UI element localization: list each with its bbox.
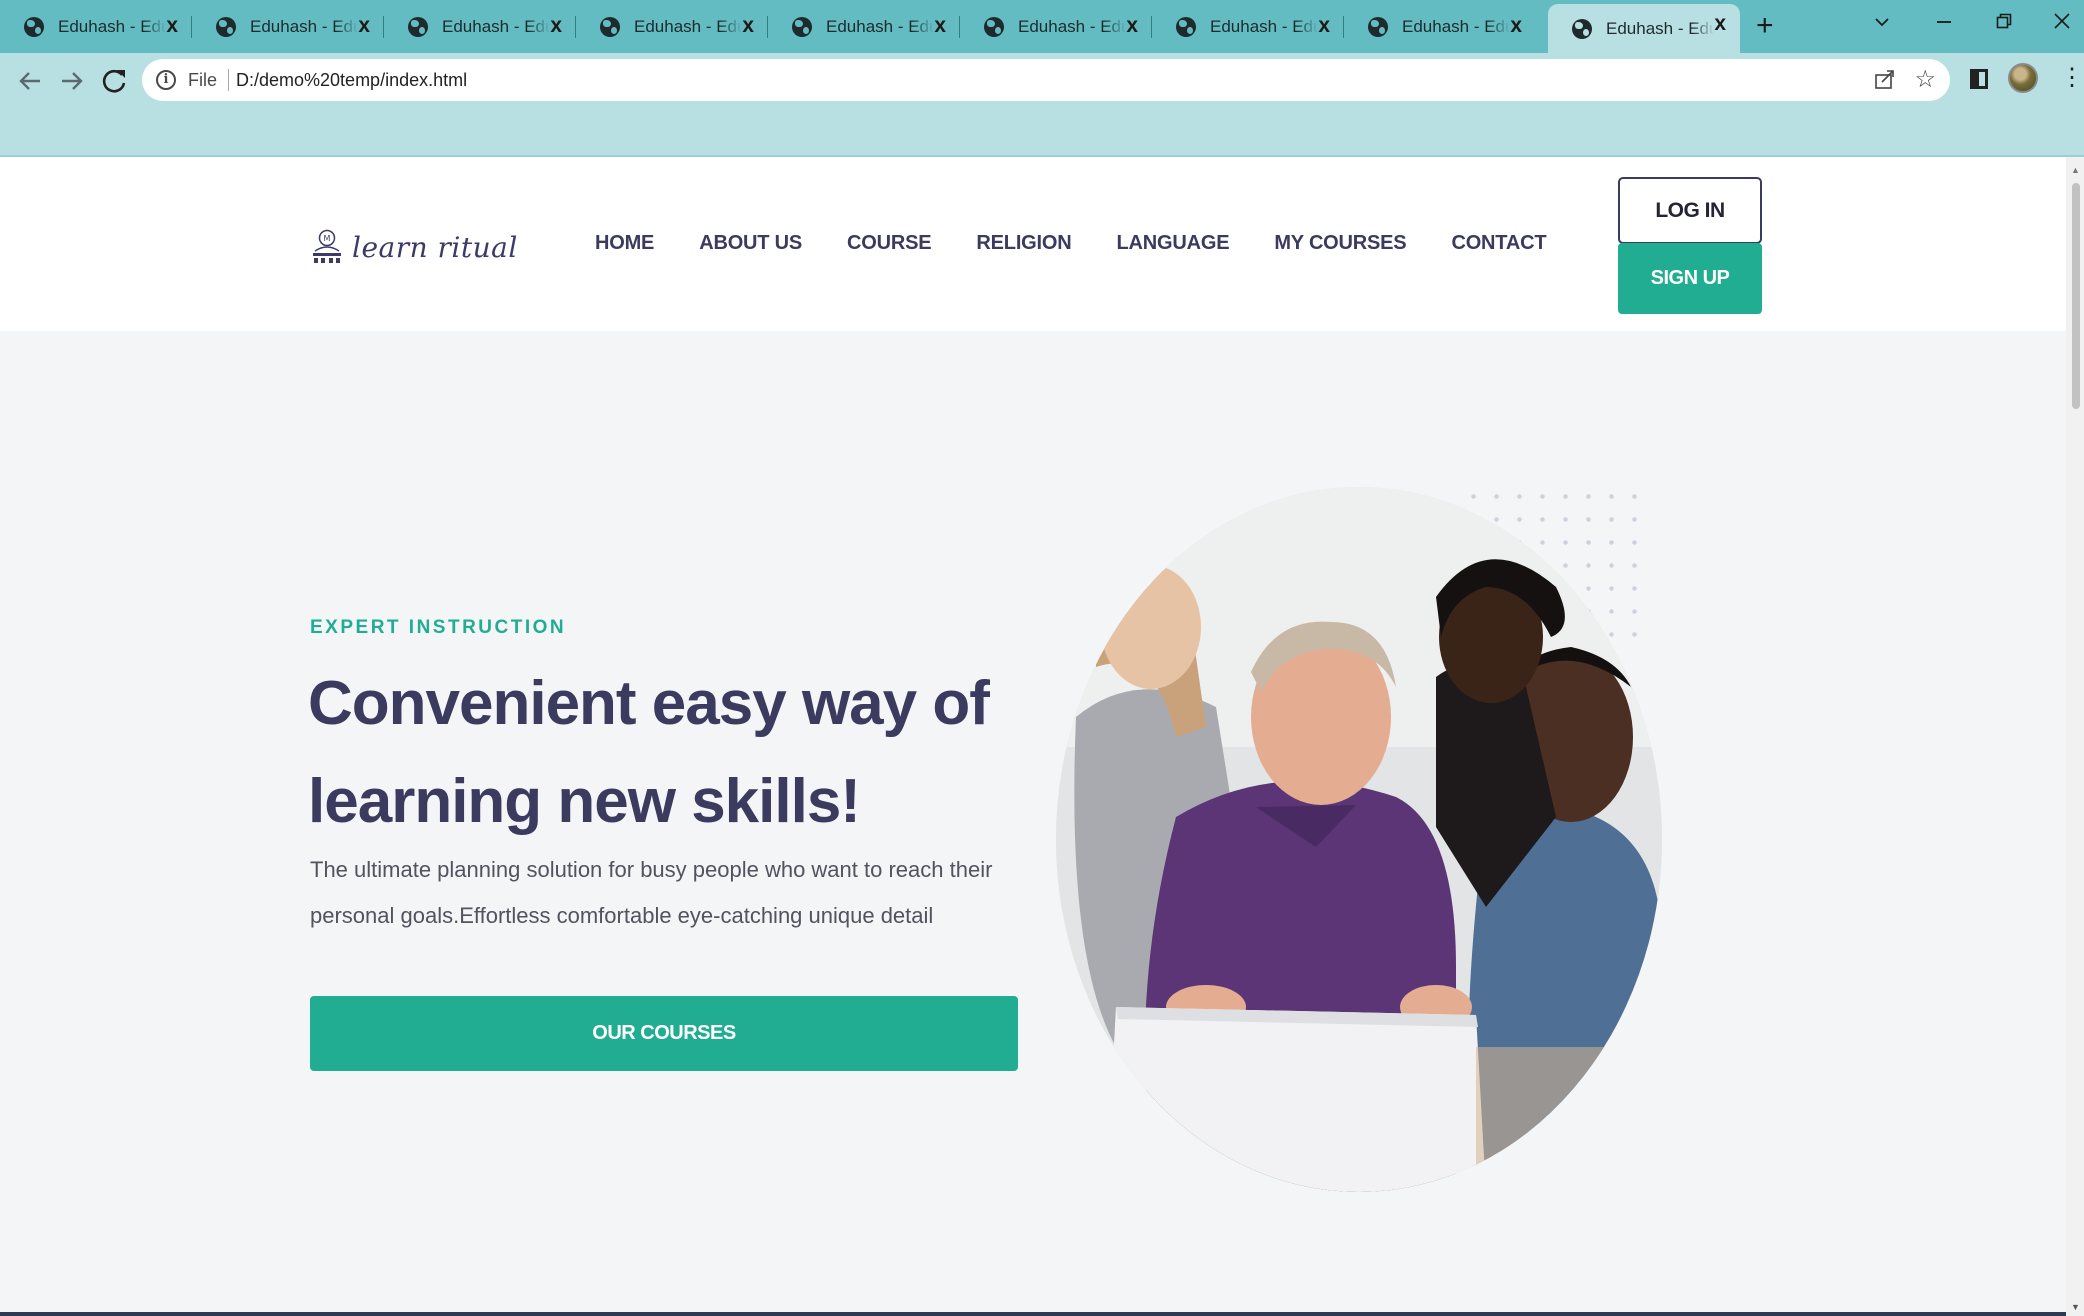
address-divider (228, 69, 229, 91)
tab-title: Eduhash - Educ (634, 16, 742, 36)
url-scheme-label: File (188, 70, 218, 90)
browser-tab[interactable]: Eduhash - Educ x (576, 6, 768, 47)
browser-tab[interactable]: Eduhash - Educ x (960, 6, 1152, 47)
forward-icon[interactable] (54, 63, 90, 99)
page-scrollbar[interactable]: ▲ ▼ (2066, 157, 2084, 1316)
browser-tab[interactable]: Eduhash - Educ x (768, 6, 960, 47)
back-icon[interactable] (12, 63, 48, 99)
tab-title: Eduhash - Educ (1402, 16, 1510, 36)
nav-about-us[interactable]: ABOUT US (699, 232, 802, 255)
tab-close-icon[interactable]: x (358, 14, 370, 38)
nav-course[interactable]: COURSE (847, 232, 932, 255)
tab-close-icon[interactable]: x (1126, 14, 1138, 38)
globe-icon (1572, 18, 1592, 39)
browser-tab[interactable]: Eduhash - Educ x (1344, 6, 1536, 47)
browser-tab-active[interactable]: Eduhash - Educ x (1548, 4, 1740, 53)
tab-close-icon[interactable]: x (166, 14, 178, 38)
tab-close-icon[interactable]: x (742, 14, 754, 38)
tab-close-icon[interactable]: x (1714, 12, 1726, 36)
globe-icon (24, 16, 44, 37)
site-header: M learn ritual HOME ABOUT US COURSE RELI… (0, 157, 2066, 331)
hero-eyebrow: EXPERT INSTRUCTION (310, 617, 567, 638)
logo-text: learn ritual (352, 230, 518, 264)
reload-icon[interactable] (96, 63, 132, 99)
our-courses-button[interactable]: OUR COURSES (310, 996, 1018, 1071)
scroll-down-arrow-icon[interactable]: ▼ (2071, 1302, 2080, 1312)
page-bottom-rule (0, 1312, 2066, 1316)
nav-language[interactable]: LANGUAGE (1117, 232, 1230, 255)
globe-icon (984, 16, 1004, 37)
browser-tab-strip: Eduhash - Educ x Eduhash - Educ x Eduhas… (0, 0, 2084, 53)
nav-my-courses[interactable]: MY COURSES (1274, 232, 1406, 255)
scroll-up-arrow-icon[interactable]: ▲ (2071, 165, 2080, 175)
browser-tab[interactable]: Eduhash - Educ x (192, 6, 384, 47)
hero-illustration (1056, 487, 1662, 1192)
side-panel-icon[interactable] (1970, 69, 1988, 89)
close-window-icon[interactable] (2054, 13, 2070, 29)
browser-tab[interactable]: Eduhash - Educ x (384, 6, 576, 47)
globe-icon (600, 16, 620, 37)
bookmark-star-icon[interactable]: ☆ (1914, 65, 1936, 94)
tab-title: Eduhash - Educ (442, 16, 550, 36)
hero-description: The ultimate planning solution for busy … (310, 857, 993, 928)
tab-title: Eduhash - Educ (1018, 16, 1126, 36)
tab-close-icon[interactable]: x (550, 14, 562, 38)
tab-close-icon[interactable]: x (934, 14, 946, 38)
globe-icon (408, 16, 428, 37)
globe-icon (216, 16, 236, 37)
browser-tab[interactable]: Eduhash - Educ x (1152, 6, 1344, 47)
globe-icon (792, 16, 812, 37)
scrollbar-thumb[interactable] (2072, 183, 2080, 409)
globe-icon (1176, 16, 1196, 37)
login-button[interactable]: LOG IN (1618, 177, 1762, 244)
tab-search-chevron-icon[interactable] (1874, 14, 1890, 30)
browser-tab[interactable]: Eduhash - Educ x (0, 6, 192, 47)
site-logo[interactable]: M learn ritual (310, 229, 518, 265)
tab-title: Eduhash - Educ (826, 16, 934, 36)
page-viewport: M learn ritual HOME ABOUT US COURSE RELI… (0, 157, 2066, 1316)
new-tab-button[interactable]: + (1756, 10, 1774, 42)
tab-title: Eduhash - Educ (1606, 18, 1714, 38)
nav-contact[interactable]: CONTACT (1451, 232, 1546, 255)
main-nav: HOME ABOUT US COURSE RELIGION LANGUAGE M… (595, 232, 1591, 255)
hero-title: Convenient easy way of learning new skil… (308, 669, 990, 836)
globe-icon (1368, 16, 1388, 37)
profile-avatar[interactable] (2008, 63, 2038, 93)
restore-icon[interactable] (1996, 13, 2012, 29)
share-icon[interactable] (1874, 68, 1896, 90)
browser-toolbar: i File D:/demo%20temp/index.html ☆ ⋮ (0, 53, 2084, 157)
menu-icon[interactable]: ⋮ (2060, 63, 2084, 93)
tab-title: Eduhash - Educ (58, 16, 166, 36)
address-bar[interactable]: i File D:/demo%20temp/index.html ☆ (142, 59, 1950, 101)
url-text[interactable]: D:/demo%20temp/index.html (236, 70, 467, 91)
nav-home[interactable]: HOME (595, 232, 654, 255)
info-icon[interactable]: i (156, 70, 176, 90)
hero-image (1056, 487, 1662, 1192)
tab-close-icon[interactable]: x (1318, 14, 1330, 38)
tab-title: Eduhash - Educ (250, 16, 358, 36)
signup-button[interactable]: SIGN UP (1618, 243, 1762, 314)
tab-close-icon[interactable]: x (1510, 14, 1522, 38)
logo-mark-icon: M (313, 229, 341, 263)
minimize-icon[interactable] (1936, 20, 1952, 24)
tab-title: Eduhash - Educ (1210, 16, 1318, 36)
svg-text:M: M (324, 234, 331, 243)
nav-religion[interactable]: RELIGION (976, 232, 1071, 255)
